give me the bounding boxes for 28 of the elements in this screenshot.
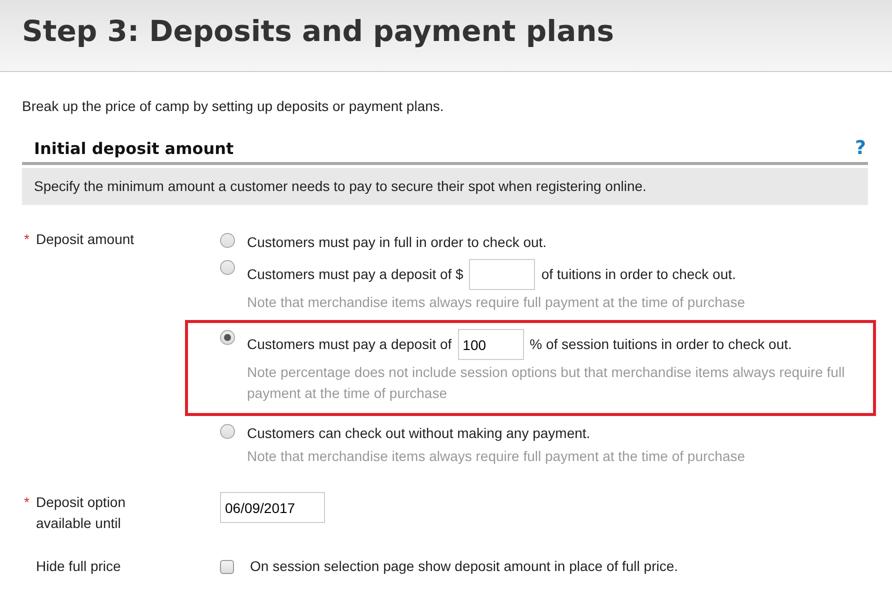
option-note: Note that merchandise items always require full payment at the time of purchase xyxy=(247,293,746,312)
option-note: Note percentage does not include session options but that merchandise items always require full payment at the time of purchase xyxy=(247,363,846,404)
option-note: Note that merchandise items always require full payment at the time of purchase xyxy=(247,447,746,466)
radio-button[interactable] xyxy=(220,233,235,248)
help-link[interactable]: ? xyxy=(854,139,866,158)
amount-field[interactable] xyxy=(469,259,536,290)
section-title: Initial deposit amount xyxy=(34,139,234,158)
option-label: Customers must pay a deposit of xyxy=(247,335,452,354)
option-label: Customers must pay in full in order to check out. xyxy=(247,233,547,252)
amount-field[interactable]: 100 xyxy=(458,329,524,360)
field-label: Deposit option available until xyxy=(36,493,127,534)
date-field[interactable]: 06/09/2017 xyxy=(220,492,325,524)
checkbox-label: On session selection page show deposit amount in place of full price. xyxy=(250,557,678,576)
radio-button[interactable] xyxy=(220,260,235,276)
radio-button[interactable] xyxy=(220,330,235,346)
option-label: % of session tuitions in order to check out. xyxy=(530,335,792,354)
intro-text: Break up the price of camp by setting up deposits or payment plans. xyxy=(22,97,445,116)
page-title: Step 3: Deposits and payment plans xyxy=(22,14,616,49)
section-description: Specify the minimum amount a customer needs to pay to secure their spot when registering online. xyxy=(22,168,868,206)
option-label: Customers must pay a deposit of $ xyxy=(247,265,464,284)
checkbox[interactable] xyxy=(220,560,234,574)
required-marker: * xyxy=(24,230,30,250)
option-label: Customers can check out without making any payment. xyxy=(247,424,590,444)
field-label: Deposit amount xyxy=(36,230,134,250)
radio-button[interactable] xyxy=(220,424,235,440)
option-label: of tuitions in order to check out. xyxy=(541,265,736,284)
field-label: Hide full price xyxy=(36,557,121,576)
required-marker: * xyxy=(24,493,30,512)
